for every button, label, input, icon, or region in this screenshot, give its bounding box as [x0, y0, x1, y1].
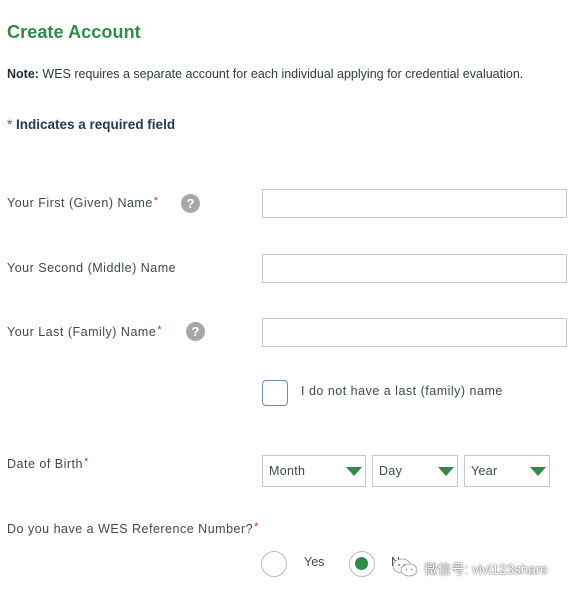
- first-name-input[interactable]: [262, 189, 567, 218]
- no-last-name-label[interactable]: I do not have a last (family) name: [301, 384, 503, 398]
- required-note-text: Indicates a required field: [12, 117, 176, 132]
- wes-reference-yes-radio[interactable]: [261, 551, 287, 577]
- wechat-icon: [392, 558, 418, 577]
- required-asterisk: *: [254, 521, 259, 533]
- dob-year-select[interactable]: Year: [464, 455, 550, 487]
- dob-month-value: Month: [269, 464, 306, 478]
- help-icon[interactable]: ?: [186, 322, 205, 341]
- note-label: Note:: [7, 67, 39, 81]
- page-title: Create Account: [7, 22, 141, 42]
- watermark-text: 微信号: vivi123share: [424, 562, 548, 577]
- chevron-down-icon: [438, 467, 454, 476]
- required-asterisk: *: [83, 456, 89, 468]
- dob-label: Date of Birth*: [7, 456, 89, 471]
- first-name-label: Your First (Given) Name*: [7, 195, 159, 210]
- required-field-note: * Indicates a required field: [7, 117, 175, 132]
- middle-name-input[interactable]: [262, 254, 567, 283]
- note-text: WES requires a separate account for each…: [38, 67, 524, 81]
- chevron-down-icon: [346, 467, 362, 476]
- wes-reference-label: Do you have a WES Reference Number?*: [7, 521, 259, 536]
- wes-reference-no-radio[interactable]: [349, 551, 375, 577]
- watermark: 微信号: vivi123share: [392, 556, 548, 580]
- no-last-name-checkbox[interactable]: [262, 380, 288, 406]
- wes-reference-yes-label[interactable]: Yes: [304, 555, 324, 569]
- dob-year-value: Year: [471, 464, 498, 478]
- required-asterisk: *: [153, 195, 159, 207]
- dob-month-select[interactable]: Month: [262, 455, 366, 487]
- chevron-down-icon: [530, 467, 546, 476]
- radio-selected-dot: [355, 557, 368, 570]
- dob-day-value: Day: [379, 464, 403, 478]
- help-icon[interactable]: ?: [181, 194, 200, 213]
- info-note: Note: WES requires a separate account fo…: [7, 67, 523, 81]
- middle-name-label: Your Second (Middle) Name: [7, 261, 177, 275]
- required-asterisk: *: [157, 324, 163, 336]
- last-name-input[interactable]: [262, 318, 567, 347]
- dob-day-select[interactable]: Day: [372, 455, 458, 487]
- last-name-label: Your Last (Family) Name*: [7, 324, 163, 339]
